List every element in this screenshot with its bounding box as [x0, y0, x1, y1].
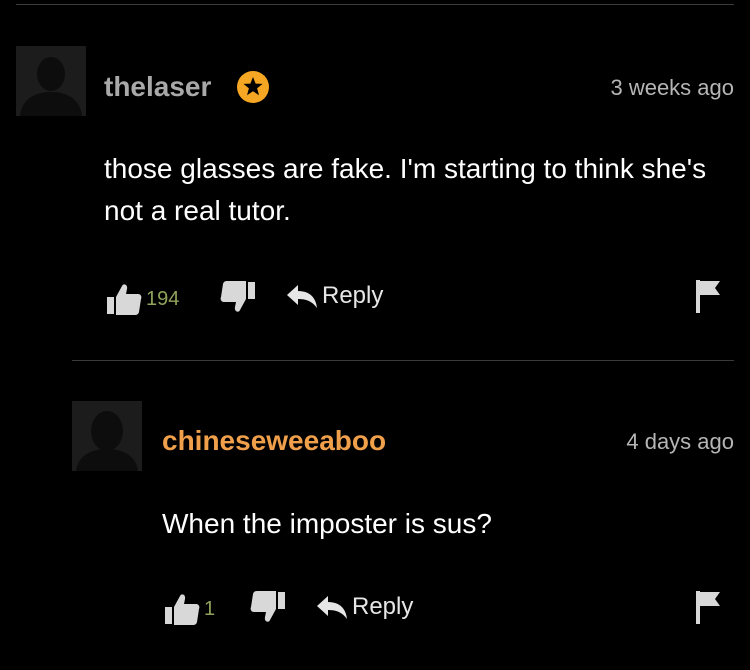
thumbs-up-icon: [107, 284, 142, 315]
comment-timestamp: 3 weeks ago: [610, 75, 734, 100]
reply-arrow-icon: [317, 596, 347, 619]
comment-body: When the imposter is sus?: [162, 508, 492, 539]
like-count: 1: [204, 598, 216, 620]
flag-icon[interactable]: [694, 589, 722, 630]
reply-label: Reply: [322, 282, 384, 309]
reply-arrow-icon: [287, 285, 317, 308]
avatar[interactable]: [72, 401, 142, 471]
default-avatar-icon: [72, 401, 142, 471]
reply-divider: [72, 360, 734, 361]
flag-icon[interactable]: [694, 278, 722, 319]
like-button[interactable]: 194: [106, 282, 179, 316]
like-button[interactable]: 1: [164, 592, 215, 626]
reply-button[interactable]: Reply: [286, 282, 383, 310]
dislike-button[interactable]: [220, 280, 256, 314]
reply-label: Reply: [352, 593, 414, 620]
star-badge-icon: [236, 70, 270, 104]
top-divider: [16, 4, 734, 5]
comment-username[interactable]: thelaser: [104, 70, 211, 104]
dislike-button[interactable]: [250, 590, 286, 624]
like-count: 194: [146, 288, 180, 310]
comment-timestamp: 4 days ago: [626, 429, 734, 454]
default-avatar-icon: [16, 46, 86, 116]
avatar[interactable]: [16, 46, 86, 116]
comment-username[interactable]: chineseweeaboo: [162, 424, 386, 458]
thumbs-down-icon: [250, 591, 285, 622]
thumbs-up-icon: [165, 594, 200, 625]
reply-button[interactable]: Reply: [316, 593, 413, 621]
comment-body: those glasses are fake. I'm starting to …: [104, 153, 707, 226]
thumbs-down-icon: [220, 281, 255, 312]
